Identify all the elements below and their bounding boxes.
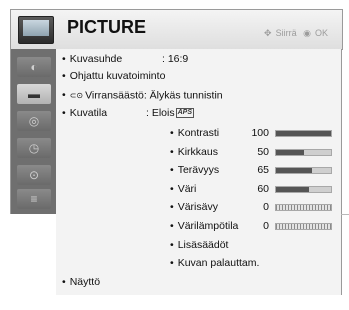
setting-value: 60 <box>257 183 269 195</box>
setting-label: Värisävy <box>177 201 218 213</box>
menu-item-reset[interactable]: • Kuvan palauttam. <box>170 257 259 270</box>
setting-slider[interactable] <box>275 130 332 137</box>
setting-slider-fill <box>276 168 312 173</box>
setting-label: Kontrasti <box>177 127 220 139</box>
sidebar-item-picture[interactable]: ◐ <box>17 57 51 77</box>
setting-label: Kirkkaus <box>177 146 218 158</box>
setting-row-4[interactable]: • Värisävy <box>170 201 218 214</box>
mode-value: : Elois APS <box>146 107 194 120</box>
setting-slider[interactable] <box>275 204 332 211</box>
sound-icon: ◎ <box>28 114 40 128</box>
menu-item-energy[interactable]: • ⊂⊙ Virransäästö: Älykäs tunnistin <box>62 89 223 102</box>
setting-row-0[interactable]: • Kontrasti <box>170 127 219 140</box>
menu-header: PICTURE ✥ Siirrä ◉ OK <box>10 9 343 50</box>
setting-row-1[interactable]: • Kirkkaus <box>170 146 218 159</box>
menu-item-display[interactable]: • Näyttö <box>62 276 100 289</box>
setting-slider[interactable] <box>275 167 332 174</box>
sidebar-item-lock[interactable]: ⊙ <box>17 165 51 185</box>
lock-icon: ⊙ <box>28 168 40 182</box>
time-icon: ◷ <box>28 141 40 155</box>
sidebar-item-time[interactable]: ◷ <box>17 138 51 158</box>
mode-label: Kuvatila <box>69 107 108 119</box>
eco-icon: ⊂⊙ <box>69 91 84 100</box>
menu-item-advanced[interactable]: • Lisäsäädöt <box>170 239 228 252</box>
setting-value: 50 <box>257 146 269 158</box>
setting-slider-fill <box>276 150 304 155</box>
setting-row-5[interactable]: • Värilämpötila <box>170 220 238 233</box>
setting-row-3[interactable]: • Väri <box>170 183 196 196</box>
energy-label: Virransäästö: Älykäs tunnistin <box>85 89 223 102</box>
aspect-value: : 16:9 <box>162 53 189 65</box>
sidebar: ◐ ▬ ◎ ◷ ⊙ ≡ <box>10 49 57 214</box>
reset-label: Kuvan palauttam. <box>177 257 260 269</box>
menu-item-aspect[interactable]: • Kuvasuhde : 16:9 <box>62 53 188 66</box>
setting-label: Terävyys <box>177 164 220 176</box>
sidebar-item-option[interactable]: ≡ <box>17 189 51 209</box>
sidebar-item-tv[interactable]: ▬ <box>17 84 51 104</box>
aps-badge: APS <box>175 108 194 119</box>
picture-menu-panel: • Kuvasuhde : 16:9 • Ohjattu kuvatoiminto … <box>56 49 342 295</box>
nav-hint: ✥ Siirrä ◉ OK <box>260 28 328 39</box>
divider <box>341 214 349 215</box>
setting-slider[interactable] <box>275 149 332 156</box>
setting-slider[interactable] <box>275 223 332 230</box>
tv-icon: ▬ <box>28 87 40 101</box>
setting-slider[interactable] <box>275 186 332 193</box>
mode-value-text: : Elois <box>146 107 175 119</box>
display-label: Näyttö <box>69 276 101 288</box>
setting-value: 0 <box>263 201 269 213</box>
move-arrows-icon: ✥ <box>264 28 272 38</box>
setting-slider-fill <box>276 131 331 136</box>
setting-row-2[interactable]: • Terävyys <box>170 164 219 177</box>
setting-label: Värilämpötila <box>177 220 239 232</box>
setting-value: 65 <box>257 164 269 176</box>
menu-item-guided[interactable]: • Ohjattu kuvatoiminto <box>62 70 165 83</box>
ok-icon: ◉ <box>303 28 311 38</box>
setting-label: Väri <box>177 183 197 195</box>
guided-label: Ohjattu kuvatoiminto <box>69 70 166 82</box>
setting-value: 100 <box>251 127 269 139</box>
tv-menu-icon <box>18 16 54 44</box>
page-title: PICTURE <box>67 17 147 37</box>
sidebar-item-sound[interactable]: ◎ <box>17 111 51 131</box>
advanced-label: Lisäsäädöt <box>177 239 229 251</box>
nav-ok-label: OK <box>314 28 328 38</box>
nav-move-label: Siirrä <box>275 28 297 38</box>
aspect-label: Kuvasuhde <box>69 53 123 65</box>
picture-icon: ◐ <box>30 60 38 74</box>
option-icon: ≡ <box>30 192 38 206</box>
setting-slider-fill <box>276 187 309 192</box>
menu-item-picture-mode[interactable]: • Kuvatila : Elois APS <box>62 107 194 120</box>
setting-value: 0 <box>263 220 269 232</box>
